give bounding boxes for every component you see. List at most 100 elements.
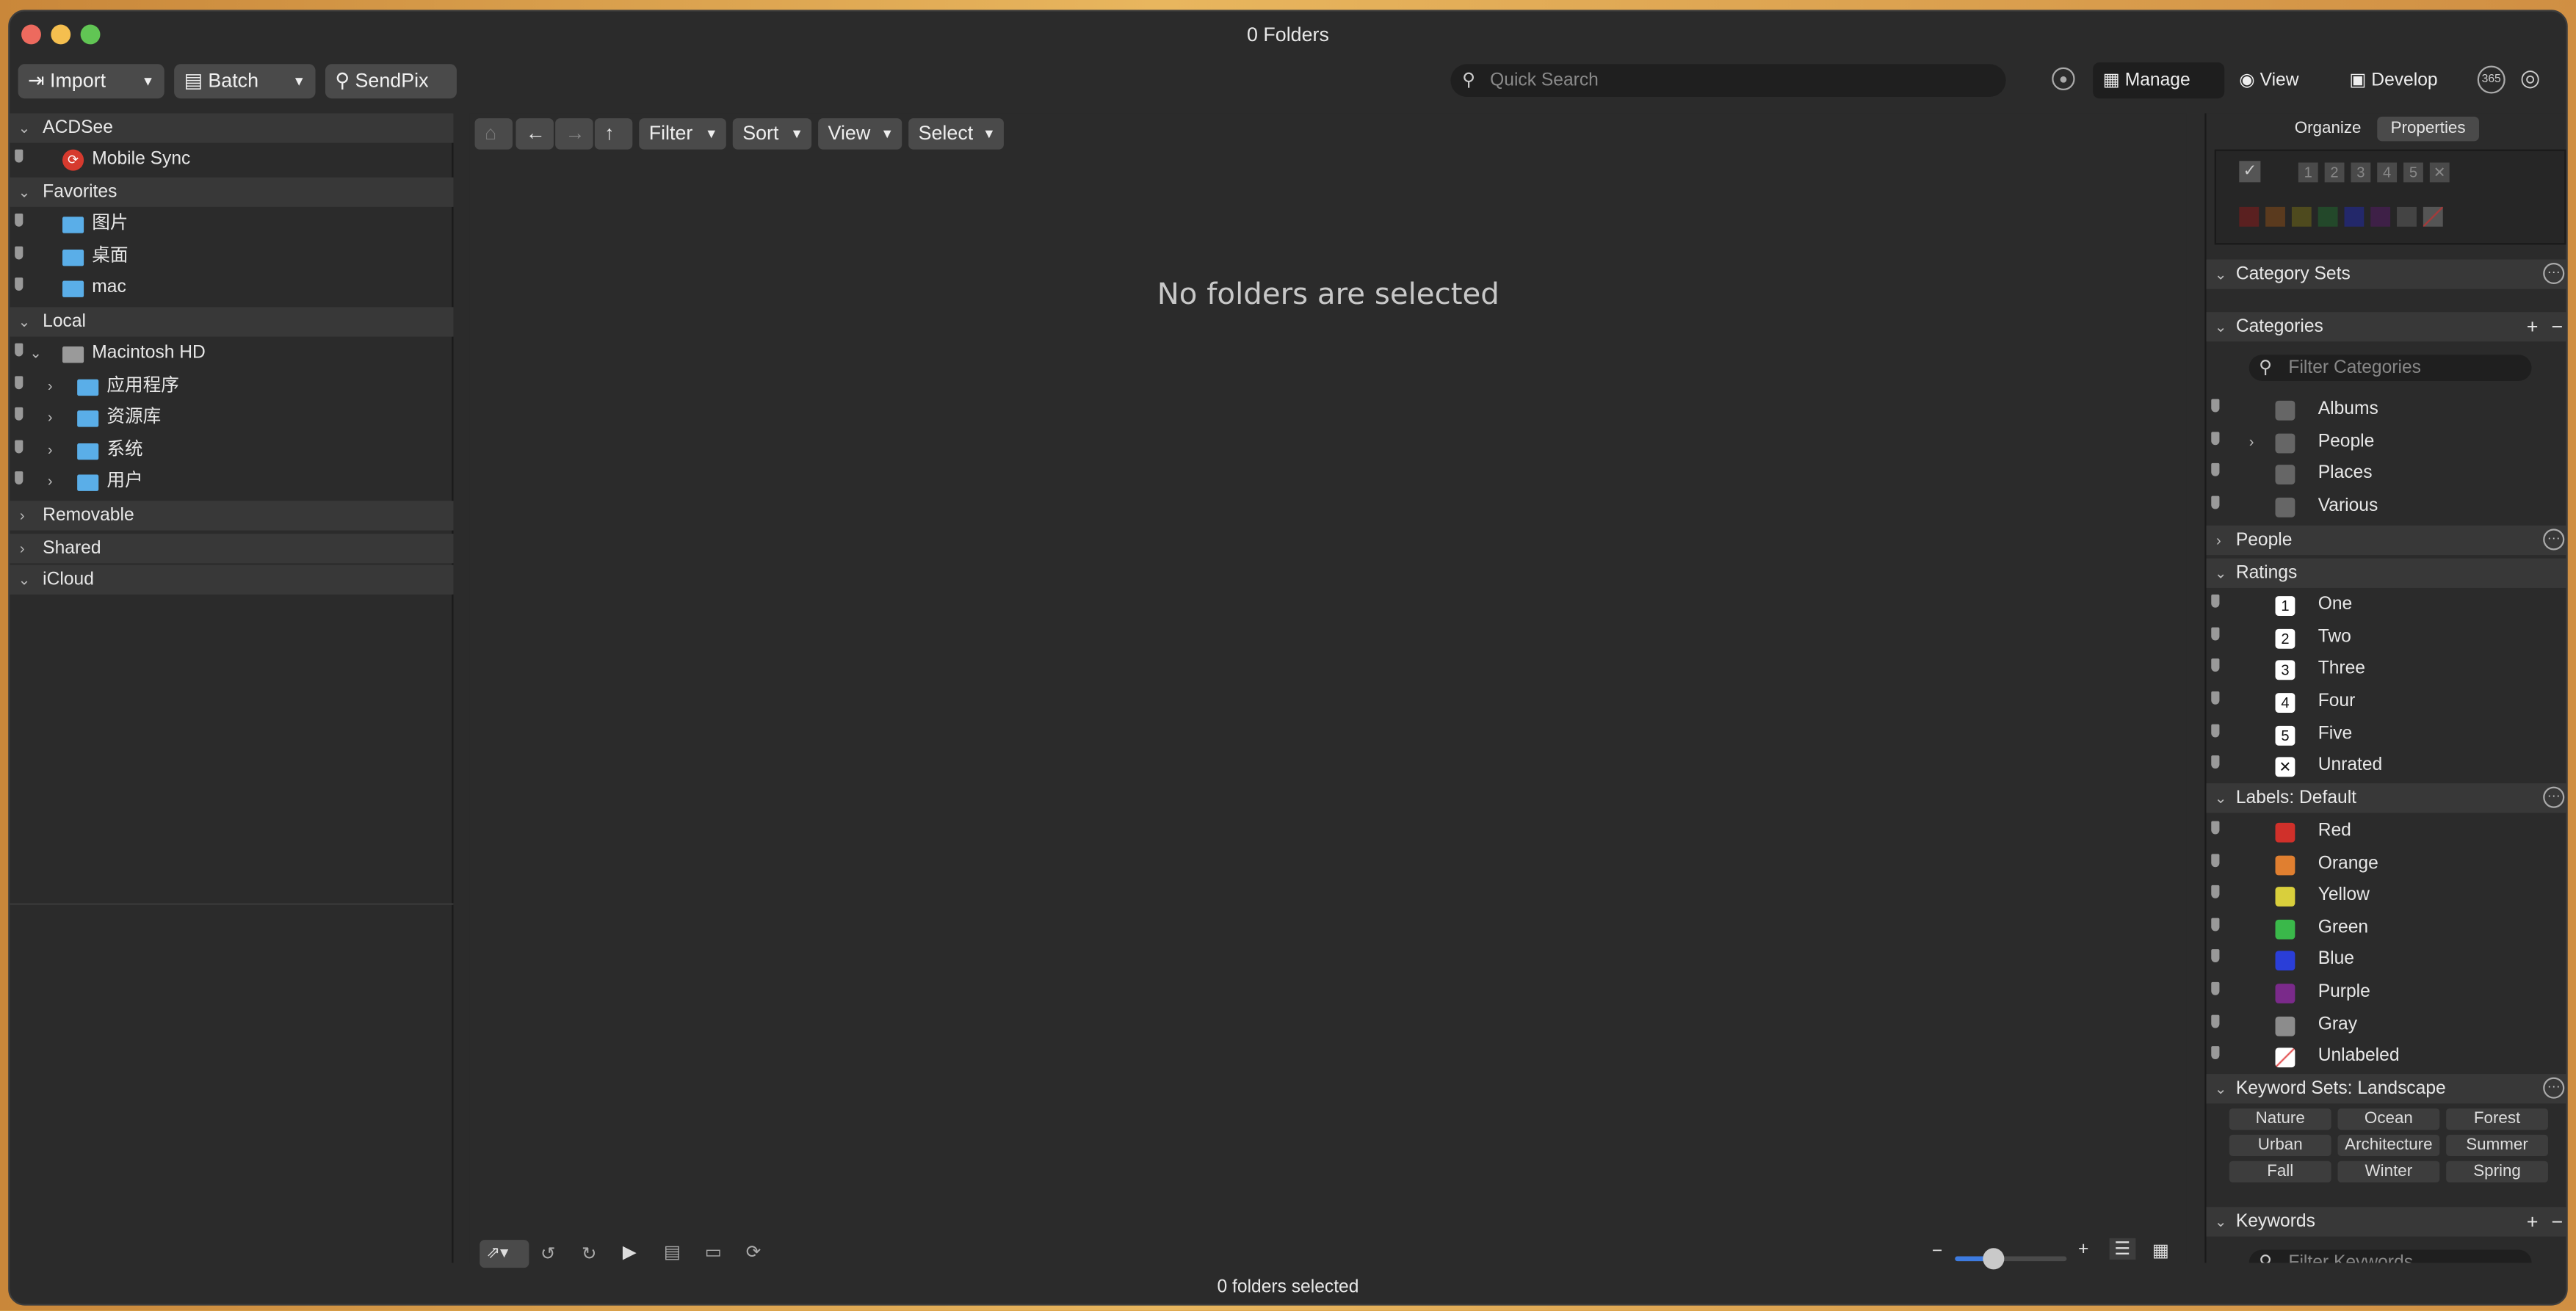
- pin-icon[interactable]: [2211, 755, 2220, 769]
- add-icon[interactable]: +: [2527, 312, 2539, 341]
- section-category-sets[interactable]: ⌄ Category Sets ···: [2206, 259, 2566, 289]
- keyword-button[interactable]: Winter: [2337, 1161, 2440, 1183]
- label-yellow-swatch[interactable]: [2291, 206, 2312, 227]
- view-menu-button[interactable]: View ▼: [818, 118, 902, 150]
- rating-item[interactable]: 1 One: [2207, 589, 2566, 621]
- section-keywords[interactable]: ⌄ Keywords + −: [2206, 1207, 2566, 1237]
- keyword-button[interactable]: Fall: [2229, 1161, 2331, 1183]
- chevron-right-icon[interactable]: ›: [48, 402, 53, 434]
- back-button[interactable]: ←: [515, 118, 554, 150]
- list-view-icon[interactable]: ☰: [2109, 1238, 2136, 1260]
- account-icon[interactable]: ●: [2052, 67, 2075, 91]
- favorite-item[interactable]: mac: [10, 272, 453, 304]
- rating-2-button[interactable]: 2: [2324, 162, 2345, 183]
- zoom-window-button[interactable]: [80, 24, 101, 45]
- favorite-item[interactable]: 桌面: [10, 242, 453, 273]
- keyword-button[interactable]: Architecture: [2337, 1134, 2440, 1156]
- pin-icon[interactable]: [2211, 1014, 2220, 1028]
- rating-item[interactable]: 4 Four: [2207, 686, 2566, 718]
- label-color-swatch[interactable]: [2275, 822, 2295, 843]
- section-shared[interactable]: › Shared: [10, 534, 454, 564]
- section-local[interactable]: ⌄ Local: [10, 307, 454, 337]
- rotate-left-icon[interactable]: ↺: [540, 1243, 556, 1265]
- section-removable[interactable]: › Removable: [10, 501, 454, 531]
- sort-button[interactable]: Sort ▼: [732, 118, 812, 150]
- keyword-button[interactable]: Nature: [2229, 1108, 2331, 1130]
- rating-item[interactable]: ✕ Unrated: [2207, 750, 2566, 782]
- more-options-icon[interactable]: ···: [2543, 262, 2565, 285]
- rating-4-button[interactable]: 4: [2377, 162, 2398, 183]
- label-color-swatch[interactable]: [2275, 951, 2295, 972]
- category-checkbox[interactable]: [2275, 400, 2295, 421]
- section-acdsee[interactable]: ⌄ ACDSee: [10, 113, 454, 143]
- more-options-icon[interactable]: ···: [2543, 786, 2565, 808]
- pin-icon[interactable]: [15, 376, 23, 390]
- thumbnail-size-slider[interactable]: [1955, 1248, 2067, 1270]
- label-item[interactable]: Gray: [2207, 1009, 2566, 1041]
- local-folder-item[interactable]: › 系统: [10, 435, 453, 467]
- macintosh-hd-item[interactable]: ⌄ Macintosh HD: [10, 338, 453, 370]
- pin-icon[interactable]: [2211, 981, 2220, 995]
- import-button[interactable]: ⇥ Import ▼: [18, 64, 164, 99]
- develop-mode-button[interactable]: ▣ Develop: [2342, 62, 2481, 98]
- chevron-right-icon[interactable]: ›: [48, 435, 53, 467]
- close-window-button[interactable]: [21, 24, 41, 45]
- slider-handle[interactable]: [1983, 1248, 2005, 1270]
- category-checkbox[interactable]: [2275, 433, 2295, 454]
- category-checkbox[interactable]: [2275, 497, 2295, 518]
- pin-icon[interactable]: [2211, 691, 2220, 705]
- minimize-window-button[interactable]: [51, 24, 71, 45]
- label-item[interactable]: Red: [2207, 816, 2566, 848]
- pin-icon[interactable]: [15, 407, 23, 421]
- label-orange-swatch[interactable]: [2265, 206, 2285, 227]
- pin-icon[interactable]: [15, 149, 23, 163]
- select-button[interactable]: Select ▼: [908, 118, 1004, 150]
- chevron-right-icon[interactable]: ›: [48, 371, 53, 403]
- category-checkbox[interactable]: [2275, 465, 2295, 484]
- pin-icon[interactable]: [2211, 918, 2220, 932]
- rotate-right-icon[interactable]: ↻: [582, 1243, 597, 1265]
- thumbnail-view-icon[interactable]: ▦: [2152, 1240, 2169, 1261]
- label-green-swatch[interactable]: [2318, 206, 2338, 227]
- remove-icon[interactable]: −: [2551, 1207, 2563, 1236]
- pro-mode-eye-icon[interactable]: ◎: [2520, 64, 2540, 92]
- section-categories[interactable]: ⌄ Categories + −: [2206, 312, 2566, 342]
- pane-divider[interactable]: [10, 903, 454, 905]
- label-item[interactable]: Orange: [2207, 849, 2566, 880]
- local-folder-item[interactable]: › 资源库: [10, 402, 453, 434]
- home-button[interactable]: ⌂: [474, 118, 513, 150]
- up-folder-button[interactable]: ↑: [594, 118, 633, 150]
- chevron-down-icon[interactable]: ⌄: [29, 338, 42, 370]
- compare-icon[interactable]: ▤: [664, 1241, 681, 1263]
- clear-rating-icon[interactable]: ✕: [2429, 162, 2450, 183]
- section-favorites[interactable]: ⌄ Favorites: [10, 177, 454, 207]
- pin-icon[interactable]: [2211, 627, 2220, 641]
- label-item[interactable]: Purple: [2207, 977, 2566, 1009]
- keyword-button[interactable]: Summer: [2446, 1134, 2548, 1156]
- refresh-icon[interactable]: ⟳: [746, 1241, 761, 1263]
- local-folder-item[interactable]: › 应用程序: [10, 371, 453, 403]
- more-options-icon[interactable]: ···: [2543, 529, 2565, 551]
- chevron-right-icon[interactable]: ›: [48, 466, 53, 498]
- label-purple-swatch[interactable]: [2370, 206, 2391, 227]
- label-color-swatch[interactable]: [2275, 887, 2295, 907]
- category-item[interactable]: › People: [2207, 427, 2566, 459]
- label-color-swatch[interactable]: [2275, 1047, 2295, 1068]
- slideshow-icon[interactable]: ▶: [623, 1241, 637, 1263]
- label-red-swatch[interactable]: [2239, 206, 2260, 227]
- label-blue-swatch[interactable]: [2344, 206, 2365, 227]
- label-item[interactable]: Green: [2207, 912, 2566, 944]
- sendpix-button[interactable]: ⚲ SendPix: [325, 64, 457, 99]
- pin-icon[interactable]: [15, 343, 23, 357]
- pin-icon[interactable]: [15, 471, 23, 484]
- tab-organize[interactable]: Organize: [2279, 117, 2377, 142]
- label-item[interactable]: Unlabeled: [2207, 1042, 2566, 1073]
- pin-icon[interactable]: [2211, 594, 2220, 608]
- share-export-button[interactable]: ⇗▾: [480, 1240, 529, 1268]
- more-options-icon[interactable]: ···: [2543, 1077, 2565, 1099]
- mobile-sync-item[interactable]: ⟳ Mobile Sync: [10, 145, 453, 176]
- batch-button[interactable]: ▤ Batch ▼: [174, 64, 316, 99]
- section-ratings[interactable]: ⌄ Ratings: [2206, 558, 2566, 588]
- zoom-out-icon[interactable]: −: [1932, 1241, 1942, 1261]
- checkmark-icon[interactable]: ✓: [2239, 161, 2261, 183]
